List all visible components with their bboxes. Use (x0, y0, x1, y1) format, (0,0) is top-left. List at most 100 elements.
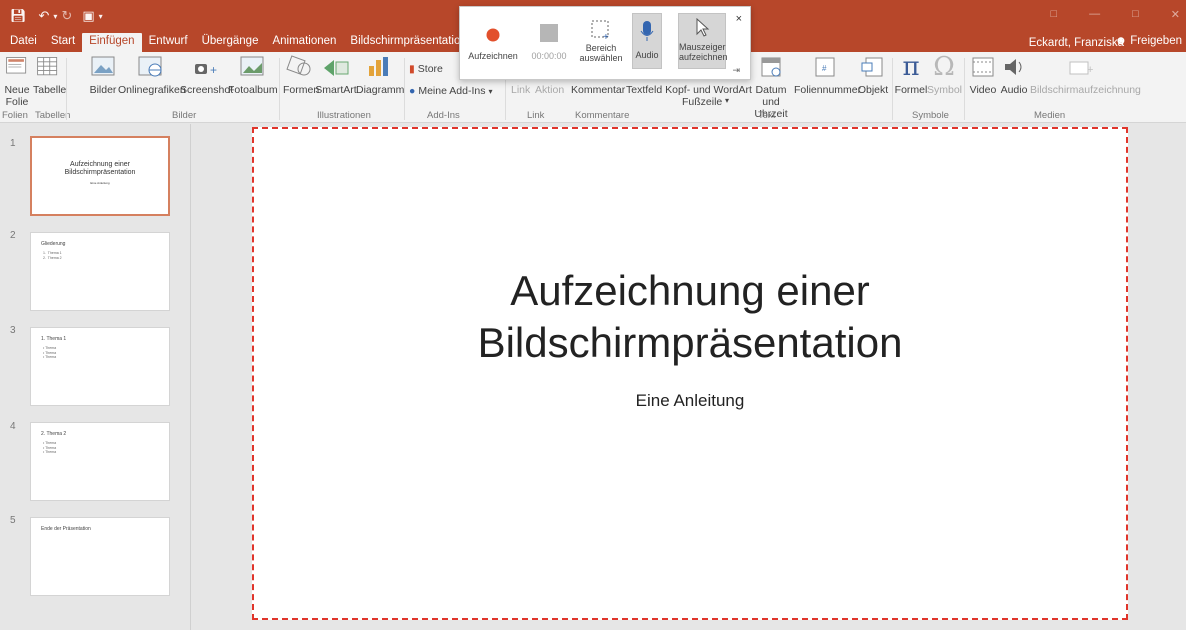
photo-album-button[interactable]: Fotoalbum (228, 54, 278, 96)
pane-divider[interactable] (190, 124, 191, 630)
maximize-icon[interactable]: □ (1132, 8, 1139, 21)
table-icon (37, 57, 58, 76)
table-button[interactable]: Tabelle (33, 54, 67, 96)
stop-icon (540, 24, 558, 42)
ribbon-separator (404, 58, 405, 120)
speaker-icon (1005, 59, 1022, 75)
ribbon-tabs: Datei Start Einfügen Entwurf Übergänge A… (0, 33, 496, 52)
select-area-button[interactable]: + Bereich auswählen (578, 17, 624, 63)
my-addins-button[interactable]: ● Meine Add-Ins ▾ (409, 85, 492, 97)
shapes-icon (286, 55, 311, 76)
screen-recording-button[interactable]: + Bildschirmaufzeichnung (1030, 54, 1141, 96)
link-button[interactable]: Link (511, 84, 530, 96)
timer-label: 00:00:00 (531, 51, 567, 61)
customize-qat-icon[interactable]: ▾ (99, 12, 103, 21)
slide-canvas[interactable]: Aufzeichnung einer Bildschirmpräsentatio… (252, 127, 1128, 620)
slide-thumbnail-2[interactable]: Gliederung 1. Thema 1 2. Thema 2 (30, 232, 170, 311)
close-window-icon[interactable]: ✕ (1171, 8, 1180, 21)
new-slide-icon (6, 57, 27, 74)
group-label-addins: Add-Ins (427, 110, 460, 121)
share-button[interactable]: ☻ Freigeben (1115, 35, 1182, 47)
audio-button[interactable]: Audio (998, 54, 1030, 96)
group-label-text: Text (758, 110, 776, 121)
undo-dropdown-icon[interactable]: ▾ (53, 12, 57, 21)
new-slide-button[interactable]: Neue Folie (2, 54, 32, 108)
pictures-button[interactable]: Bilder (88, 54, 118, 96)
thumb-title: 1. Thema 1 (41, 336, 67, 342)
smartart-label: SmartArt (315, 84, 357, 96)
window-controls: □ — □ ✕ (1050, 8, 1180, 21)
user-name[interactable]: Eckardt, Franziska (1029, 37, 1124, 49)
slide-number-5: 5 (10, 515, 16, 526)
tab-datei[interactable]: Datei (0, 33, 44, 52)
save-icon[interactable]: 💾︎ (10, 8, 27, 24)
chart-label: Diagramm (356, 84, 405, 96)
slide-number-label: Foliennummer (794, 84, 862, 96)
screenshot-label: Screenshot (180, 84, 234, 96)
slide-subtitle[interactable]: Eine Anleitung (252, 391, 1128, 411)
tab-einfuegen[interactable]: Einfügen (82, 33, 142, 52)
record-button[interactable]: Aufzeichnen (468, 17, 518, 61)
undo-icon[interactable]: ↶ (39, 8, 50, 24)
object-icon (861, 57, 883, 77)
dropdown-icon[interactable]: ▾ (725, 96, 729, 105)
thumb-body: • Thema • Thema • Thema (43, 441, 57, 454)
smartart-button[interactable]: SmartArt (315, 54, 357, 96)
slide-thumbnail-3[interactable]: 1. Thema 1 • Thema • Thema • Thema (30, 327, 170, 406)
ribbon-separator (66, 58, 67, 120)
tab-animationen[interactable]: Animationen (265, 33, 343, 52)
video-button[interactable]: Video (967, 54, 999, 96)
chart-button[interactable]: Diagramm (356, 54, 405, 96)
equation-button[interactable]: π Formel (894, 54, 928, 96)
object-button[interactable]: Objekt (856, 54, 890, 96)
action-button[interactable]: Aktion (535, 84, 564, 96)
comment-button[interactable]: Kommentar (571, 84, 625, 96)
pictures-icon (91, 56, 115, 76)
chart-icon (369, 57, 388, 76)
audio-toggle-button[interactable]: Audio (632, 13, 662, 69)
tab-uebergaenge[interactable]: Übergänge (195, 33, 266, 52)
minimize-icon[interactable]: — (1089, 8, 1100, 21)
ribbon-display-icon[interactable]: □ (1050, 8, 1057, 21)
object-label: Objekt (857, 84, 889, 96)
tab-bildschirmpraesentation[interactable]: Bildschirmpräsentation (343, 33, 473, 52)
slide-title[interactable]: Aufzeichnung einer Bildschirmpräsentatio… (252, 265, 1128, 369)
redo-icon[interactable]: ↻ (61, 8, 72, 24)
store-label: Store (417, 63, 443, 75)
pin-icon[interactable]: ⇥ (732, 65, 740, 76)
slide-thumbnail-1[interactable]: Aufzeichnung einer Bildschirmpräsentatio… (30, 136, 170, 216)
record-pointer-button[interactable]: Mauszeiger aufzeichnen (678, 13, 728, 69)
close-icon[interactable]: × (736, 13, 742, 25)
my-addins-icon: ● (409, 85, 416, 97)
omega-icon: Ω (933, 52, 955, 82)
slide-title-line-1: Aufzeichnung einer (510, 267, 870, 314)
person-icon: ☻ (1114, 35, 1127, 47)
start-from-beginning-icon[interactable]: ▣ (82, 8, 94, 24)
thumb-title-line-1: Aufzeichnung einer (70, 161, 130, 168)
pictures-label: Bilder (89, 84, 117, 96)
store-button[interactable]: ▮ Store (409, 63, 443, 75)
slide-number-button[interactable]: # Foliennummer (794, 54, 861, 96)
shapes-button[interactable]: Formen (283, 54, 319, 96)
textbox-header-wordart-buttons[interactable]: Textfeld Kopf- und WordArt (626, 84, 752, 96)
screenshot-button[interactable]: + Screenshot (180, 54, 234, 96)
tab-start[interactable]: Start (44, 33, 82, 52)
online-pictures-button[interactable]: Onlinegrafiken (118, 54, 186, 96)
select-area-label-1: Bereich (585, 43, 617, 53)
slide-thumbnail-5[interactable]: Ende der Präsentation (30, 517, 170, 596)
stop-button[interactable]: 00:00:00 (530, 17, 568, 61)
symbol-label: Symbol (927, 84, 963, 96)
slide-thumbnail-4[interactable]: 2. Thema 2 • Thema • Thema • Thema (30, 422, 170, 501)
symbol-button[interactable]: Ω Symbol (927, 52, 963, 96)
group-label-folien: Folien (2, 110, 28, 121)
share-label: Freigeben (1130, 35, 1182, 47)
ribbon-separator (964, 58, 965, 120)
footer-label[interactable]: Fußzeile (682, 96, 722, 108)
slide-thumbnail-pane[interactable]: 1 Aufzeichnung einer Bildschirmpräsentat… (0, 124, 190, 630)
table-label: Tabelle (33, 84, 67, 96)
group-label-bilder: Bilder (172, 110, 197, 121)
online-pictures-icon (138, 56, 162, 77)
thumb-body: • Thema • Thema • Thema (43, 346, 57, 359)
date-label: Datum und (755, 84, 787, 108)
tab-entwurf[interactable]: Entwurf (142, 33, 195, 52)
